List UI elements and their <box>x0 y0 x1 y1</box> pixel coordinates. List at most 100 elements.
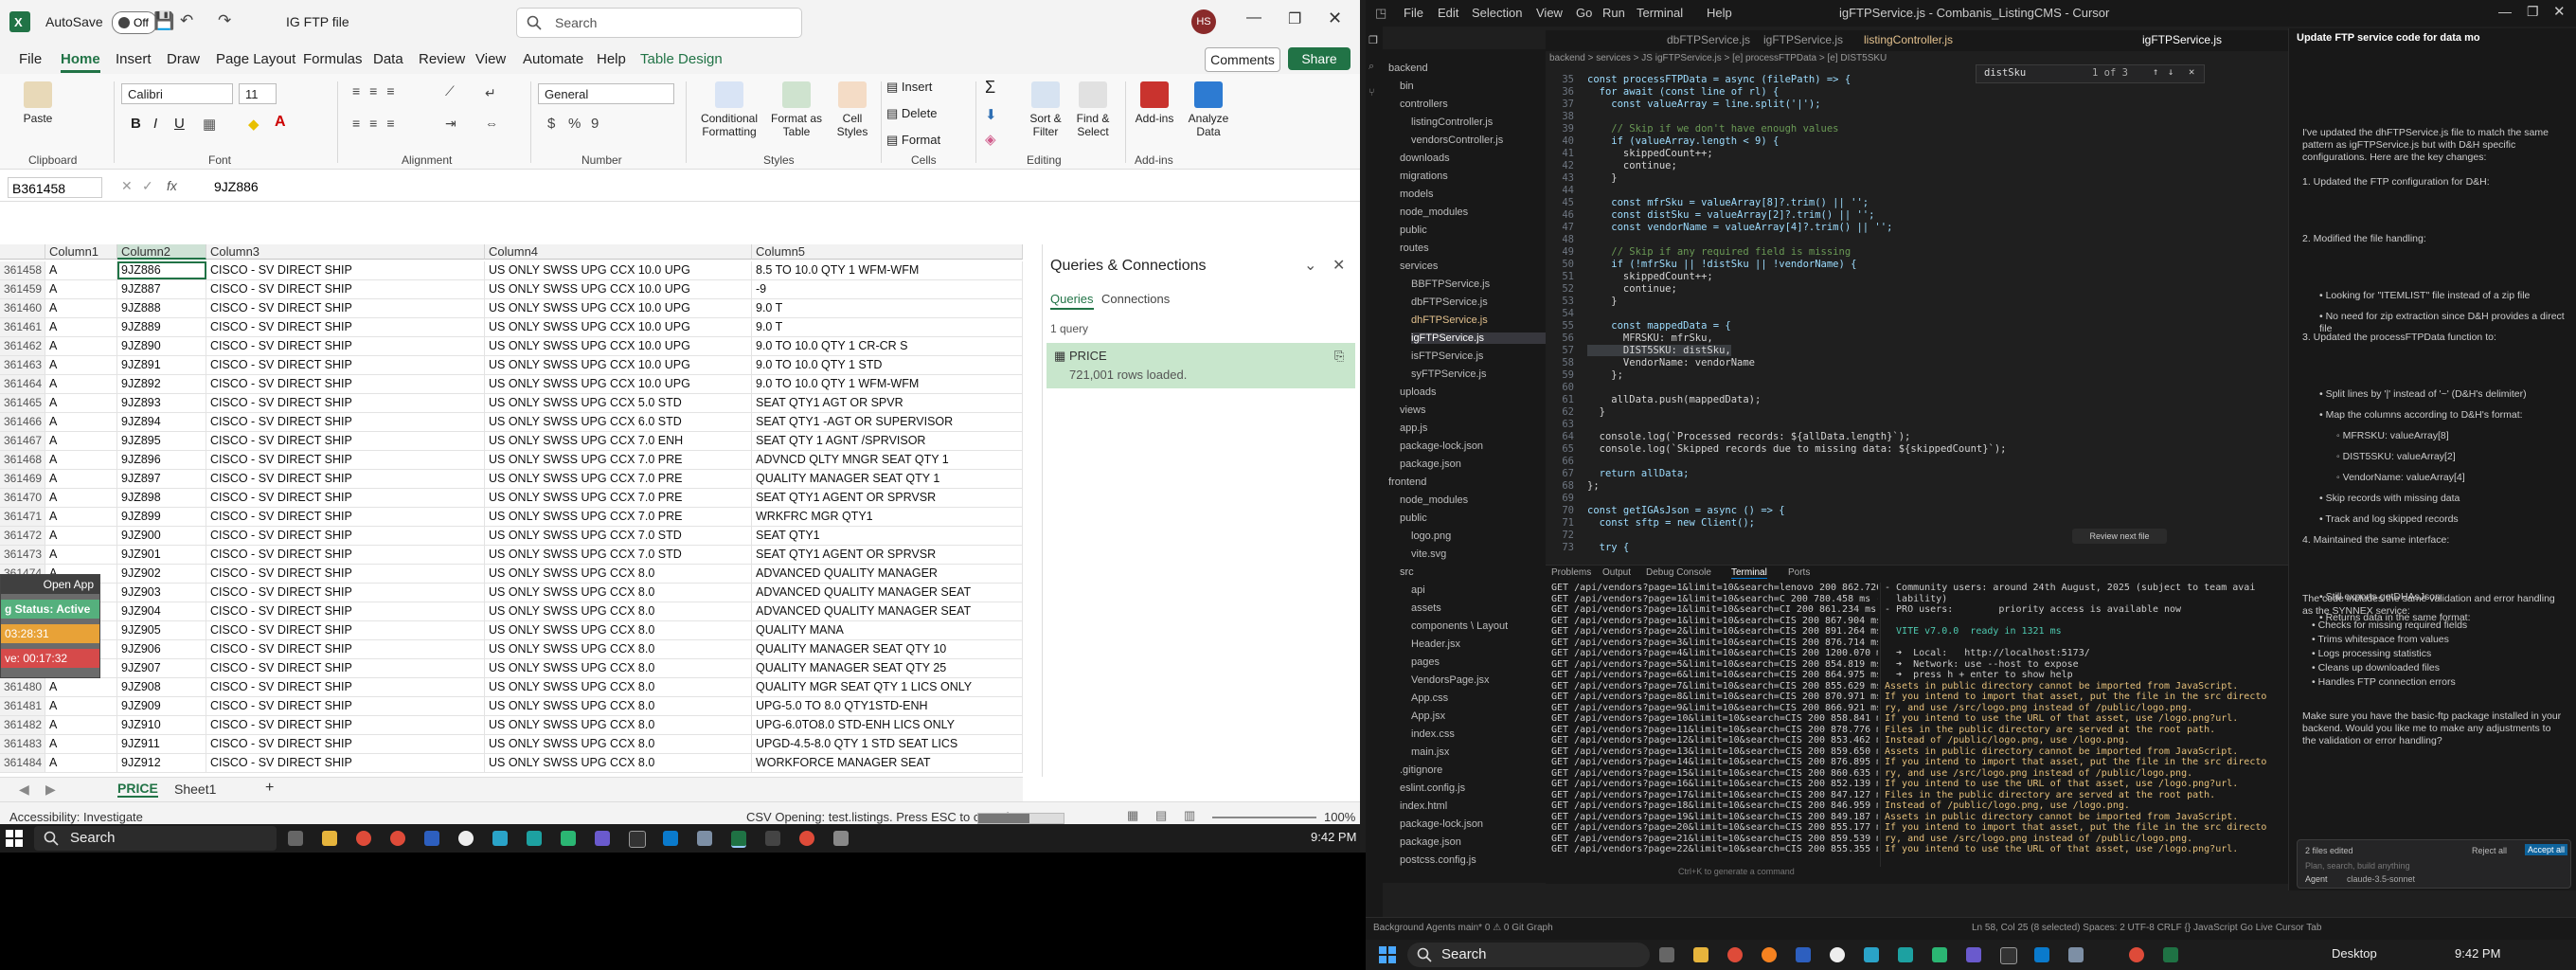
code-line[interactable]: try { <box>1587 542 1630 553</box>
close-panel-icon[interactable]: ✕ <box>1333 256 1345 275</box>
table-cell[interactable]: ADVANCED QUALITY MANAGER <box>752 565 1023 583</box>
code-line[interactable]: const valueArray = line.split('|'); <box>1587 99 1820 110</box>
explorer-item[interactable]: postcss.config.js <box>1400 854 1476 866</box>
table-cell[interactable]: A <box>45 280 117 298</box>
table-cell[interactable]: US ONLY SWSS UPG CCX 7.0 STD <box>485 546 752 564</box>
table-cell[interactable]: A <box>45 394 117 412</box>
table-cell[interactable]: A <box>45 451 117 469</box>
column-header[interactable]: Column5 <box>752 244 1023 260</box>
prev-sheet-icon[interactable]: ◀ <box>19 781 29 798</box>
task-view-icon[interactable] <box>288 831 303 846</box>
panel-tab-ports[interactable]: Ports <box>1788 567 1810 578</box>
vertical-align-icons[interactable]: ≡≡≡ <box>352 83 404 99</box>
table-cell[interactable]: US ONLY SWSS UPG CCX 8.0 <box>485 659 752 677</box>
file-explorer-icon[interactable] <box>322 831 337 846</box>
table-row[interactable]: 361478A9JZ906CISCO - SV DIRECT SHIPUS ON… <box>0 640 1023 659</box>
chevron-down-icon[interactable]: ⌄ <box>1304 256 1316 275</box>
table-cell[interactable]: US ONLY SWSS UPG CCX 8.0 <box>485 697 752 715</box>
explorer-item[interactable]: listingController.js <box>1411 117 1493 128</box>
code-line[interactable]: } <box>1587 172 1617 184</box>
explorer-item[interactable]: node_modules <box>1400 207 1468 218</box>
table-cell[interactable]: A <box>45 261 117 279</box>
table-cell[interactable]: A <box>45 299 117 317</box>
table-cell[interactable]: US ONLY SWSS UPG CCX 10.0 UPG <box>485 318 752 336</box>
menu-edit[interactable]: Edit <box>1438 6 1458 20</box>
explorer-item[interactable]: index.html <box>1400 800 1447 812</box>
conditional-formatting-button[interactable]: Conditional Formatting <box>693 81 765 138</box>
tab-automate[interactable]: Automate <box>523 51 583 67</box>
insert-function-icon[interactable]: fx <box>167 178 177 193</box>
vscode-icon[interactable] <box>2034 947 2049 962</box>
code-line[interactable]: const mappedData = { <box>1587 320 1730 332</box>
table-cell[interactable]: CISCO - SV DIRECT SHIP <box>206 584 485 602</box>
table-row[interactable]: 361477A9JZ905CISCO - SV DIRECT SHIPUS ON… <box>0 621 1023 640</box>
row-number[interactable]: 361462 <box>0 337 45 355</box>
explorer-item[interactable]: uploads <box>1400 386 1437 398</box>
explorer-item[interactable]: vite.svg <box>1411 548 1446 560</box>
zoom-app-icon[interactable] <box>424 831 439 846</box>
tab-igftpservice-active[interactable]: igFTPService.js <box>2142 33 2222 46</box>
row-number[interactable]: 361459 <box>0 280 45 298</box>
table-cell[interactable]: US ONLY SWSS UPG CCX 10.0 UPG <box>485 375 752 393</box>
table-cell[interactable]: 9.0 TO 10.0 QTY 1 STD <box>752 356 1023 374</box>
table-cell[interactable]: US ONLY SWSS UPG CCX 7.0 ENH <box>485 432 752 450</box>
table-cell[interactable]: A <box>45 375 117 393</box>
row-number[interactable]: 361464 <box>0 375 45 393</box>
table-cell[interactable]: CISCO - SV DIRECT SHIP <box>206 640 485 658</box>
table-row[interactable]: 361475A9JZ903CISCO - SV DIRECT SHIPUS ON… <box>0 584 1023 602</box>
paste-button[interactable]: Paste <box>17 81 59 125</box>
table-row[interactable]: 361461 A 9JZ889 CISCO - SV DIRECT SHIP US ON… <box>0 318 1023 337</box>
table-cell[interactable]: UPGD-4.5-8.0 QTY 1 STD SEAT LICS <box>752 735 1023 753</box>
app-icon-2[interactable] <box>1830 947 1845 962</box>
explorer-item[interactable]: igFTPService.js <box>1411 332 1553 344</box>
table-row[interactable]: 361476A9JZ904CISCO - SV DIRECT SHIPUS ON… <box>0 602 1023 621</box>
table-cell[interactable]: US ONLY SWSS UPG CCX 8.0 <box>485 584 752 602</box>
table-row[interactable]: 361483 A 9JZ911 CISCO - SV DIRECT SHIP US ON… <box>0 735 1023 754</box>
row-number[interactable]: 361466 <box>0 413 45 431</box>
query-item-price[interactable]: ▦ PRICE 721,001 rows loaded. ⎘ <box>1046 343 1355 388</box>
close-icon[interactable]: ✕ <box>2553 3 2566 20</box>
table-cell[interactable]: A <box>45 413 117 431</box>
indent-icon[interactable]: ⇥ <box>445 116 456 132</box>
taskbar-search[interactable]: Search <box>1407 943 1650 967</box>
tab-table-design[interactable]: Table Design <box>640 51 723 67</box>
table-cell[interactable]: CISCO - SV DIRECT SHIP <box>206 735 485 753</box>
table-row[interactable]: 361484 A 9JZ912 CISCO - SV DIRECT SHIP US ON… <box>0 754 1023 773</box>
table-cell[interactable]: UPG-6.0TO8.0 STD-ENH LICS ONLY <box>752 716 1023 734</box>
row-number[interactable]: 361481 <box>0 697 45 715</box>
table-cell[interactable]: QUALITY MGR SEAT QTY 1 LICS ONLY <box>752 678 1023 696</box>
panel-tab-terminal[interactable]: Terminal <box>1731 567 1767 579</box>
table-cell[interactable]: 9JZ911 <box>117 735 206 753</box>
code-line[interactable]: continue; <box>1587 283 1677 295</box>
code-line[interactable]: const mfrSku = valueArray[8]?.trim() || … <box>1587 197 1869 208</box>
minimize-icon[interactable]: — <box>1246 9 1261 27</box>
table-cell[interactable]: CISCO - SV DIRECT SHIP <box>206 299 485 317</box>
table-cell[interactable]: A <box>45 697 117 715</box>
explorer-item[interactable]: frontend <box>1388 476 1426 488</box>
table-row[interactable]: 361479A9JZ907CISCO - SV DIRECT SHIPUS ON… <box>0 659 1023 678</box>
explorer-item[interactable]: main.jsx <box>1411 746 1449 758</box>
table-cell[interactable]: US ONLY SWSS UPG CCX 8.0 <box>485 640 752 658</box>
chrome-icon-2[interactable] <box>390 831 405 846</box>
page-break-icon[interactable]: ▥ <box>1184 808 1195 823</box>
source-control-icon[interactable]: ⑂ <box>1368 87 1375 99</box>
formula-input[interactable]: 9JZ886 <box>214 179 259 194</box>
explorer-item[interactable]: downloads <box>1400 153 1450 164</box>
table-cell[interactable]: ADVANCED QUALITY MANAGER SEAT <box>752 584 1023 602</box>
tab-data[interactable]: Data <box>373 51 403 67</box>
table-cell[interactable]: 9JZ896 <box>117 451 206 469</box>
code-line[interactable]: MFRSKU: mfrSku, <box>1587 332 1713 344</box>
table-row[interactable]: 361464 A 9JZ892 CISCO - SV DIRECT SHIP US ON… <box>0 375 1023 394</box>
code-line[interactable]: console.log(`Processed records: ${allDat… <box>1587 431 1911 442</box>
code-line[interactable]: skippedCount++; <box>1587 148 1713 159</box>
code-line[interactable]: return allData; <box>1587 468 1690 479</box>
menu-help[interactable]: Help <box>1707 6 1732 20</box>
percent-icon[interactable]: % <box>568 116 581 132</box>
find-select-button[interactable]: Find & Select <box>1068 81 1118 138</box>
row-number[interactable]: 361468 <box>0 451 45 469</box>
code-line[interactable]: for await (const line of rl) { <box>1587 86 1780 98</box>
code-line[interactable]: const processFTPData = async (filePath) … <box>1587 74 1851 85</box>
table-cell[interactable]: 9JZ912 <box>117 754 206 772</box>
table-row[interactable]: 361482 A 9JZ910 CISCO - SV DIRECT SHIP US ON… <box>0 716 1023 735</box>
excel-taskbar-icon[interactable] <box>2163 947 2178 962</box>
